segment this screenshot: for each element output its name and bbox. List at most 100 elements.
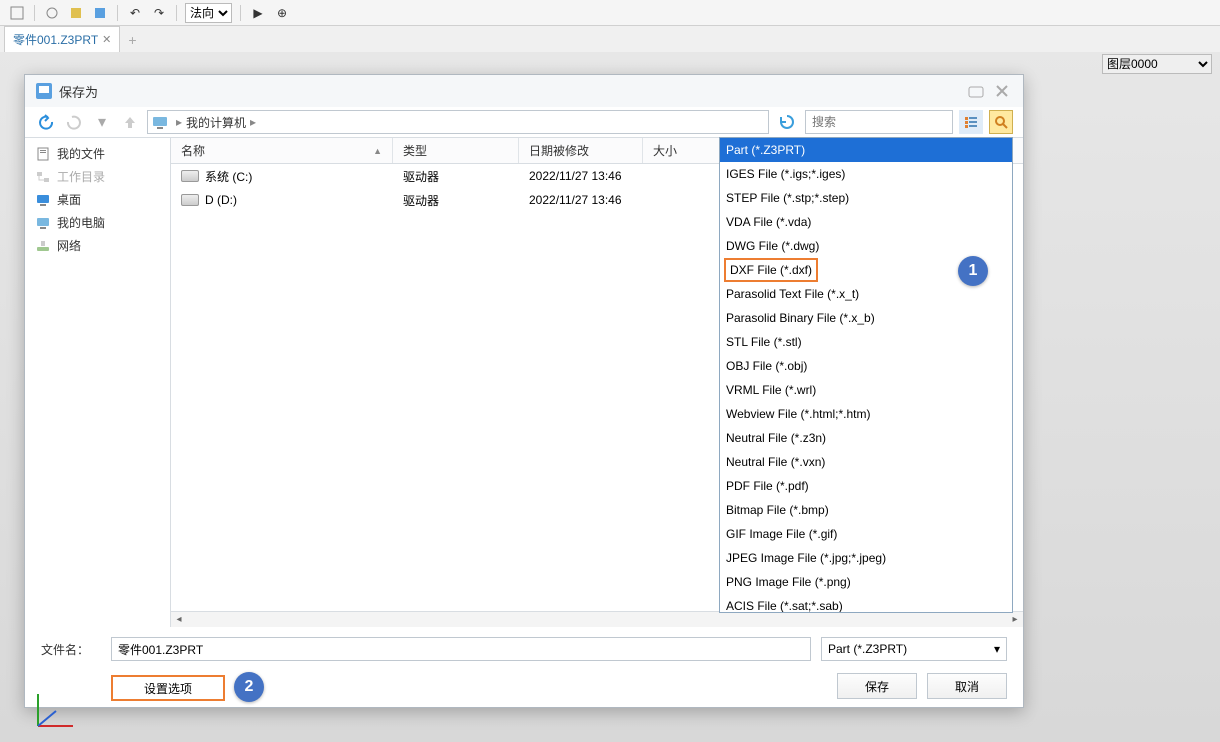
file-type-option[interactable]: VRML File (*.wrl) (720, 378, 1012, 402)
column-header-date[interactable]: 日期被修改 (519, 138, 643, 163)
computer-icon (35, 215, 51, 231)
file-list-area: 名称▲ 类型 日期被修改 大小 系统 (C:)驱动器2022/11/27 13:… (171, 138, 1023, 627)
dialog-close-icon[interactable] (991, 80, 1013, 102)
file-type-option[interactable]: GIF Image File (*.gif) (720, 522, 1012, 546)
separator (240, 5, 241, 21)
secondary-toolbar: 图层0000 (0, 52, 1220, 76)
view-search-icon[interactable] (989, 110, 1013, 134)
dialog-help-icon[interactable] (965, 80, 987, 102)
refresh-icon[interactable] (775, 110, 799, 134)
dialog-nav-bar: ▾ ▸ 我的计算机 ▸ (25, 107, 1023, 137)
file-type-option[interactable]: Neutral File (*.vxn) (720, 450, 1012, 474)
dialog-titlebar: 保存为 (25, 75, 1023, 107)
axis-gizmo (28, 686, 78, 736)
layer-combo[interactable]: 图层0000 (1102, 54, 1212, 74)
sidebar-item-mypc[interactable]: 我的电脑 (25, 211, 170, 234)
desktop-icon (35, 192, 51, 208)
view-list-icon[interactable] (959, 110, 983, 134)
toolbar-icon[interactable]: ⊕ (273, 4, 291, 22)
sidebar-item-network[interactable]: 网络 (25, 234, 170, 257)
dialog-icon (35, 82, 53, 100)
save-as-dialog: 保存为 ▾ ▸ 我的计算机 ▸ 我的文件 工作目录 (24, 74, 1024, 708)
file-type-option[interactable]: Bitmap File (*.bmp) (720, 498, 1012, 522)
separator (176, 5, 177, 21)
column-header-type[interactable]: 类型 (393, 138, 519, 163)
scroll-right-icon[interactable]: ▸ (1007, 613, 1023, 627)
horizontal-scrollbar[interactable]: ◂ ▸ (171, 611, 1023, 627)
dialog-body: 我的文件 工作目录 桌面 我的电脑 网络 名称▲ 类型 (25, 137, 1023, 627)
sidebar-item-label: 工作目录 (57, 168, 105, 185)
file-type-option[interactable]: Neutral File (*.z3n) (720, 426, 1012, 450)
places-sidebar: 我的文件 工作目录 桌面 我的电脑 网络 (25, 138, 171, 627)
drive-icon (181, 194, 199, 206)
dialog-title-text: 保存为 (59, 82, 98, 101)
file-type-option[interactable]: JPEG Image File (*.jpg;*.jpeg) (720, 546, 1012, 570)
normal-direction-combo[interactable]: 法向 (185, 3, 232, 23)
file-type-option[interactable]: PDF File (*.pdf) (720, 474, 1012, 498)
dialog-footer: 文件名： Part (*.Z3PRT) ▾ 设置选项 保存 取消 (25, 627, 1023, 721)
file-type-option[interactable]: ACIS File (*.sat;*.sab) (720, 594, 1012, 613)
tab-add-button[interactable]: + (120, 28, 144, 52)
breadcrumb-sep: ▸ (176, 115, 182, 129)
toolbar-icon[interactable]: ↶ (126, 4, 144, 22)
file-type-option[interactable]: STL File (*.stl) (720, 330, 1012, 354)
nav-dropdown-icon[interactable]: ▾ (91, 111, 113, 133)
sidebar-item-workdir[interactable]: 工作目录 (25, 165, 170, 188)
chevron-down-icon: ▾ (994, 642, 1000, 656)
scroll-left-icon[interactable]: ◂ (171, 613, 187, 627)
file-type-option[interactable]: DWG File (*.dwg) (720, 234, 1012, 258)
file-type-option[interactable]: DXF File (*.dxf) (724, 258, 818, 282)
toolbar-icon[interactable] (8, 4, 26, 22)
file-type-option[interactable]: Part (*.Z3PRT) (720, 138, 1012, 162)
file-type-dropdown-popup[interactable]: Part (*.Z3PRT)IGES File (*.igs;*.iges)ST… (719, 137, 1013, 613)
sidebar-item-label: 桌面 (57, 191, 81, 208)
toolbar-icon[interactable] (43, 4, 61, 22)
sidebar-item-label: 网络 (57, 237, 81, 254)
document-icon (35, 146, 51, 162)
tab-close-icon[interactable]: ✕ (102, 33, 111, 46)
sidebar-item-desktop[interactable]: 桌面 (25, 188, 170, 211)
drive-icon (181, 170, 199, 182)
toolbar-icon[interactable] (91, 4, 109, 22)
toolbar-icon[interactable]: ↷ (150, 4, 168, 22)
file-type-option[interactable]: Parasolid Binary File (*.x_b) (720, 306, 1012, 330)
file-type-combo[interactable]: Part (*.Z3PRT) ▾ (821, 637, 1007, 661)
search-input[interactable] (805, 110, 953, 134)
breadcrumb-sep: ▸ (250, 115, 256, 129)
file-type-option[interactable]: Webview File (*.html;*.htm) (720, 402, 1012, 426)
breadcrumb-bar[interactable]: ▸ 我的计算机 ▸ (147, 110, 769, 134)
folder-tree-icon (35, 169, 51, 185)
separator (117, 5, 118, 21)
file-type-option[interactable]: VDA File (*.vda) (720, 210, 1012, 234)
set-options-button[interactable]: 设置选项 (111, 675, 225, 701)
nav-back-icon[interactable] (35, 111, 57, 133)
document-tabs: 零件001.Z3PRT ✕ + (0, 26, 1220, 52)
sidebar-item-my-docs[interactable]: 我的文件 (25, 142, 170, 165)
sidebar-item-label: 我的电脑 (57, 214, 105, 231)
sidebar-item-label: 我的文件 (57, 145, 105, 162)
filename-input[interactable] (111, 637, 811, 661)
file-type-option[interactable]: STEP File (*.stp;*.step) (720, 186, 1012, 210)
file-type-option[interactable]: Parasolid Text File (*.x_t) (720, 282, 1012, 306)
nav-forward-icon[interactable] (63, 111, 85, 133)
callout-badge-2: 2 (234, 672, 264, 702)
computer-icon (152, 114, 168, 130)
app-top-toolbar: ↶ ↷ 法向 ▶ ⊕ (0, 0, 1220, 26)
file-type-option[interactable]: OBJ File (*.obj) (720, 354, 1012, 378)
toolbar-icon[interactable]: ▶ (249, 4, 267, 22)
separator (34, 5, 35, 21)
nav-up-icon[interactable] (119, 111, 141, 133)
save-button[interactable]: 保存 (837, 673, 917, 699)
cancel-button[interactable]: 取消 (927, 673, 1007, 699)
document-tab[interactable]: 零件001.Z3PRT ✕ (4, 26, 120, 52)
column-header-name[interactable]: 名称▲ (171, 138, 393, 163)
file-type-option[interactable]: IGES File (*.igs;*.iges) (720, 162, 1012, 186)
breadcrumb-item[interactable]: 我的计算机 (186, 114, 246, 131)
network-icon (35, 238, 51, 254)
filename-label: 文件名： (41, 641, 101, 658)
callout-badge-1: 1 (958, 256, 988, 286)
file-type-value: Part (*.Z3PRT) (828, 642, 907, 656)
file-type-option[interactable]: PNG Image File (*.png) (720, 570, 1012, 594)
toolbar-icon[interactable] (67, 4, 85, 22)
tab-label: 零件001.Z3PRT (13, 31, 98, 48)
